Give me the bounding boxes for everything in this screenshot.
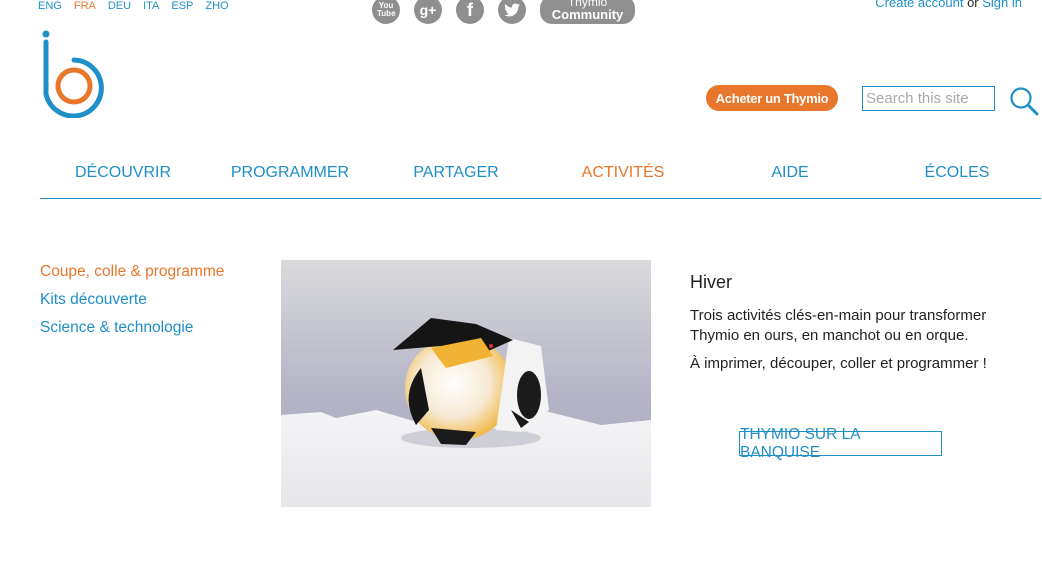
twitter-icon[interactable] <box>498 0 526 24</box>
lang-deu[interactable]: DEU <box>108 0 131 12</box>
banquise-cta-button[interactable]: THYMIO SUR LA BANQUISE <box>739 426 942 461</box>
youtube-icon-label: You Tube <box>377 1 396 18</box>
community-line2: Community <box>551 7 624 22</box>
sidebar-item-coupe-colle[interactable]: Coupe, colle & programme <box>40 258 224 286</box>
nav-aide[interactable]: AIDE <box>771 164 808 182</box>
thymio-community-badge[interactable]: Thymio Community <box>540 0 635 24</box>
language-bar: ENG FRA DEU ITA ESP ZHO <box>38 0 241 12</box>
nav-partager[interactable]: PARTAGER <box>413 164 498 182</box>
main-nav: DÉCOUVRIR PROGRAMMER PARTAGER ACTIVITÉS … <box>40 160 1041 199</box>
sign-in-link[interactable]: Sign in <box>982 0 1022 10</box>
nav-programmer[interactable]: PROGRAMMER <box>231 164 349 182</box>
search-input[interactable] <box>862 86 995 111</box>
google-plus-icon-label: g+ <box>419 2 437 18</box>
social-links: You Tube g+ f Thymio Community <box>372 0 635 24</box>
create-account-link[interactable]: Create account <box>875 0 963 10</box>
lang-esp[interactable]: ESP <box>171 0 193 12</box>
twitter-bird-icon <box>504 3 520 17</box>
sidebar-item-science[interactable]: Science & technologie <box>40 314 224 342</box>
feature-title: Hiver <box>690 272 733 292</box>
google-plus-icon[interactable]: g+ <box>414 0 442 24</box>
nav-activites[interactable]: ACTIVITÉS <box>582 164 665 182</box>
feature-paragraph-2: À imprimer, découper, coller et programm… <box>690 355 987 372</box>
nav-ecoles[interactable]: ÉCOLES <box>925 164 990 182</box>
search-icon[interactable] <box>1009 86 1039 116</box>
buy-thymio-button[interactable]: Acheter un Thymio <box>706 85 838 111</box>
lang-eng[interactable]: ENG <box>38 0 62 12</box>
facebook-icon[interactable]: f <box>456 0 484 24</box>
feature-description: Trois activités clés-en-main pour transf… <box>690 306 990 382</box>
youtube-icon[interactable]: You Tube <box>372 0 400 24</box>
facebook-icon-label: f <box>467 0 473 20</box>
lang-fra[interactable]: FRA <box>74 0 96 12</box>
penguin-robot-photo[interactable] <box>281 260 651 507</box>
account-or: or <box>967 0 979 10</box>
account-links: Create account or Sign in <box>875 0 1022 10</box>
lang-ita[interactable]: ITA <box>143 0 159 12</box>
sidebar-item-kits[interactable]: Kits découverte <box>40 286 224 314</box>
activities-sidebar: Coupe, colle & programme Kits découverte… <box>40 258 224 342</box>
nav-decouvrir[interactable]: DÉCOUVRIR <box>75 164 171 182</box>
lang-zho[interactable]: ZHO <box>205 0 228 12</box>
thymio-logo[interactable] <box>38 28 114 118</box>
feature-paragraph-1: Trois activités clés-en-main pour transf… <box>690 307 987 344</box>
